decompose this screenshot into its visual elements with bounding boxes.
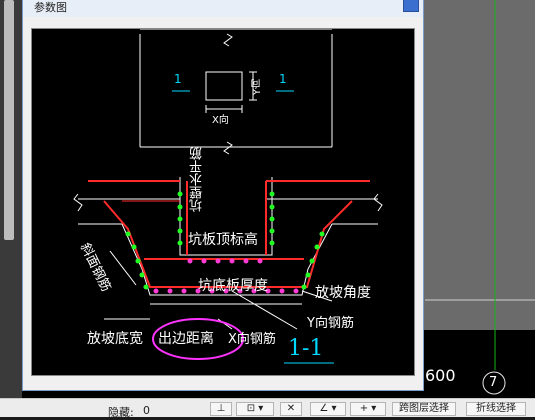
crosshair-button[interactable]: ✕ <box>280 402 302 416</box>
dimension-text: 600 <box>425 366 456 385</box>
slope-bottom-width-label: 放坡底宽 <box>87 331 143 347</box>
snap-point-button[interactable]: ⊥ <box>210 402 232 416</box>
dialog-control-button[interactable] <box>403 0 419 12</box>
parameter-drawing <box>73 29 383 364</box>
grid-label: 7 <box>489 375 498 390</box>
hidden-count-label: 隐藏: <box>108 406 134 419</box>
snap-icon: ⊥ <box>216 403 226 414</box>
status-bar: 隐藏: 0 ⊥ ⊡ ▾ ✕ ∠ ▾ + ▾ 跨图层选择 折线选择 <box>0 398 535 419</box>
endpoint-icon: ⊡ ▾ <box>246 403 264 414</box>
pit-top-elevation-label: 坑板顶标高 <box>188 232 258 248</box>
plan-view <box>139 29 333 155</box>
edge-distance-label: 出边距离 <box>158 331 214 347</box>
x-dir-label: X向 <box>212 115 229 126</box>
x-rebar-label: X向钢筋 <box>228 332 276 347</box>
section-mark-left: 1 <box>174 72 182 86</box>
y-rebar-label: Y向钢筋 <box>307 316 354 331</box>
dialog-titlebar[interactable]: 参数图 <box>23 0 423 17</box>
dialog-title: 参数图 <box>34 1 67 14</box>
section-title: 1-1 <box>288 336 324 361</box>
polyline-select-button[interactable]: 折线选择 <box>466 402 526 416</box>
parameter-drawing-canvas: 1 1 X向 Y向 坑壁水平筋 坑板顶标高 斜面钢筋 坑底板厚度 放坡角度 Y向… <box>31 28 415 376</box>
angle-button[interactable]: ∠ ▾ <box>310 402 346 416</box>
ortho-icon: + ▾ <box>359 403 377 414</box>
cross-layer-select-button[interactable]: 跨图层选择 <box>392 402 456 416</box>
angle-icon: ∠ ▾ <box>319 403 337 414</box>
cross-icon: ✕ <box>286 403 296 414</box>
ortho-button[interactable]: + ▾ <box>350 402 386 416</box>
section-mark-right: 1 <box>279 72 287 86</box>
parameter-dialog: 参数图 1 1 X向 Y向 坑壁水平筋 坑板顶标高 斜面钢筋 坑底板厚度 放坡角… <box>22 0 424 391</box>
slope-angle-label: 放坡角度 <box>315 285 371 301</box>
y-dir-label: Y向 <box>252 79 263 96</box>
pit-wall-rebar-label: 坑壁水平筋 <box>190 147 205 212</box>
pit-bottom-thickness-label: 坑底板厚度 <box>198 278 268 294</box>
hidden-count-value: 0 <box>143 404 150 417</box>
snap-options-button[interactable]: ⊡ ▾ <box>236 402 274 416</box>
